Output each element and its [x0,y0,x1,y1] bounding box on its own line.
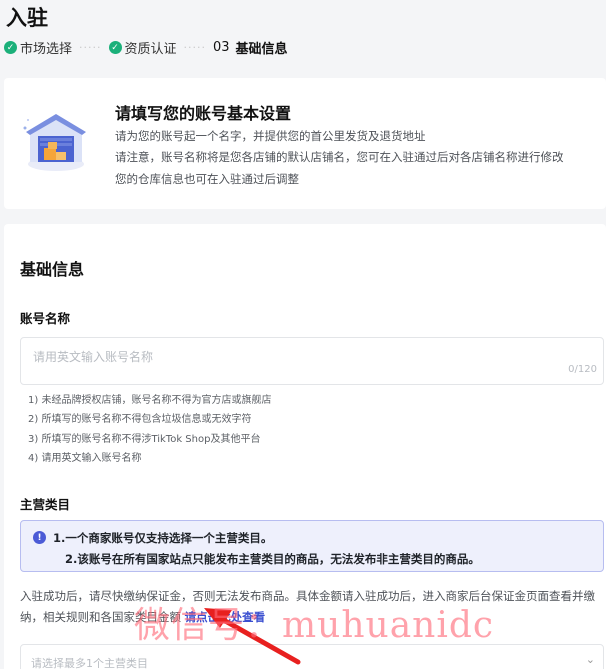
section-title: 基础信息 [20,260,85,279]
intro-text: 您的仓库信息也可在入驻通过后调整 [115,172,299,186]
step-label: 基础信息 [235,42,288,57]
step-number: 03 [213,40,230,55]
info-icon: ! [33,531,46,544]
notice-text: 2.该账号在所有国家站点只能发布主营类目的商品，无法发布非主营类目的商品。 [65,552,480,566]
naming-rule: 1) 未经品牌授权店铺，账号名称不得为官方店或旗舰店 [28,395,272,406]
step-divider: ····· [183,41,206,54]
step-label: 市场选择 [20,42,73,57]
account-name-field[interactable]: 0/120 [20,337,604,385]
intro-text: 请为您的账号起一个名字，并提供您的首公里发货及退货地址 [115,129,426,143]
warehouse-illustration [23,114,86,171]
step-divider: ····· [79,41,102,54]
intro-text: 请注意，账号名称将是您各店铺的默认店铺名，您可在入驻通过后对各店铺名称进行修改 [115,150,564,164]
page-title: 入驻 [6,6,48,30]
intro-card: 请填写您的账号基本设置 请为您的账号起一个名字，并提供您的首公里发货及退货地址 … [4,78,606,209]
account-name-input[interactable] [33,350,553,364]
naming-rule: 3) 所填写的账号名称不得涉TikTok Shop及其他平台 [28,434,261,445]
select-placeholder: 请选择最多1个主营类目 [31,657,148,669]
step-market-selection: ✓ 市场选择 [4,38,72,57]
step-qualification: ✓ 资质认证 [108,38,177,57]
step-indicator: ✓ 市场选择 ····· ✓ 资质认证 ····· 03 基础信息 [4,38,288,57]
intro-title: 请填写您的账号基本设置 [115,104,292,123]
account-name-label: 账号名称 [20,311,71,326]
check-circle-icon: ✓ [108,41,122,54]
naming-rule: 2) 所填写的账号名称不得包含垃圾信息或无效字符 [28,414,252,425]
notice-text: 1.一个商家账号仅支持选择一个主营类目。 [53,531,273,545]
char-counter: 0/120 [568,364,597,375]
step-basic-info: 03 基础信息 [213,38,288,57]
naming-rule: 4) 请用英文输入账号名称 [28,453,142,464]
category-notice: ! 1.一个商家账号仅支持选择一个主营类目。 2.该账号在所有国家站点只能发布主… [20,520,604,572]
main-category-label: 主营类目 [20,497,71,512]
chevron-down-icon: ⌄ [585,653,595,666]
step-label: 资质认证 [124,42,177,57]
check-circle-icon: ✓ [4,41,17,54]
watermark: 微信号：muhuanidc [134,605,495,646]
